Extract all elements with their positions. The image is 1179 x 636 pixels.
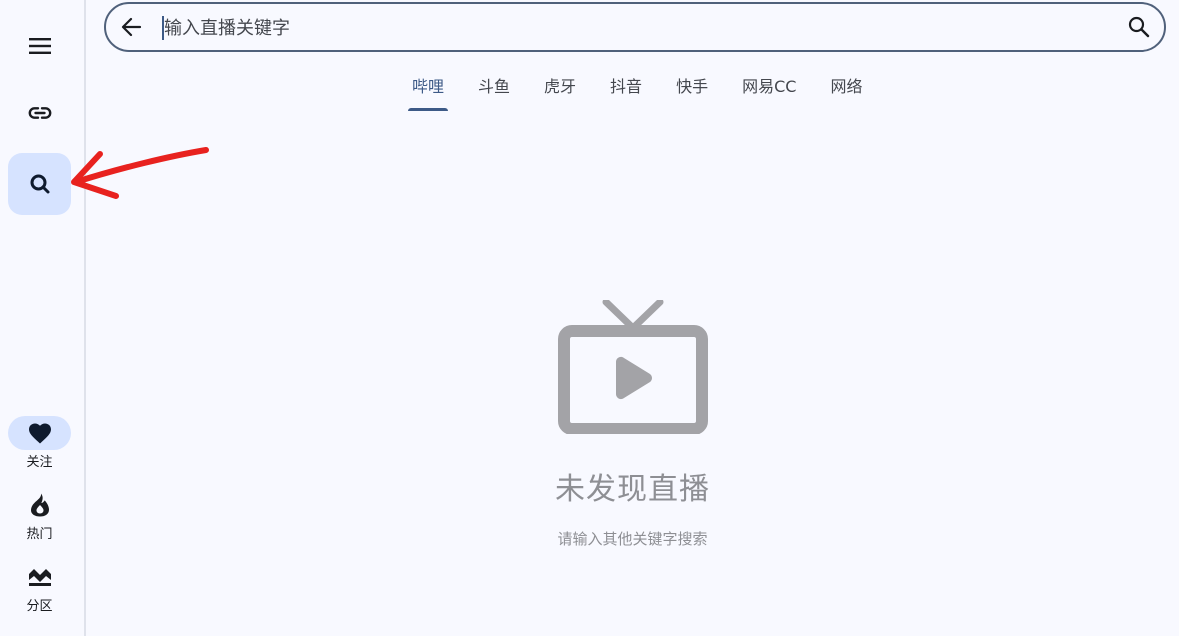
mountain-icon (28, 569, 51, 586)
tab-kuaishou[interactable]: 快手 (659, 62, 725, 108)
tab-label: 哔哩 (412, 77, 445, 96)
tv-play-icon (557, 300, 708, 434)
rail-item-indicator (8, 488, 71, 522)
tab-label: 斗鱼 (478, 77, 511, 96)
tab-bilibili[interactable]: 哔哩 (395, 62, 461, 111)
rail-item-label: 热门 (26, 527, 53, 542)
rail-item-indicator (8, 416, 71, 450)
search-submit-button[interactable] (1128, 16, 1150, 42)
empty-title: 未发现直播 (555, 472, 710, 507)
heart-icon (28, 423, 51, 444)
arrow-back-icon (121, 17, 142, 37)
platform-tabs: 哔哩 斗鱼 虎牙 抖音 快手 网易CC 网络 (395, 62, 879, 114)
tab-netease-cc[interactable]: 网易CC (725, 62, 813, 108)
search-bar (104, 2, 1166, 52)
tab-network[interactable]: 网络 (813, 62, 879, 108)
search-icon (30, 174, 49, 194)
tab-label: 快手 (676, 77, 709, 96)
rail-item-follow[interactable]: 关注 (8, 416, 71, 470)
tab-douyu[interactable]: 斗鱼 (461, 62, 527, 108)
menu-icon (28, 38, 51, 54)
rail-item-area[interactable]: 分区 (8, 560, 71, 614)
tab-label: 抖音 (610, 77, 643, 96)
rail-item-label: 关注 (26, 455, 53, 470)
rail-item-indicator (8, 560, 71, 594)
rail-item-label: 分区 (26, 599, 53, 614)
link-icon (28, 107, 51, 119)
app-window: 关注 热门 分区 输入直播关键字 哔哩 斗鱼 虎牙 抖音 快手 网易CC 网络 … (0, 0, 1179, 636)
navigation-rail: 关注 热门 分区 (0, 0, 86, 636)
search-input[interactable] (162, 12, 1104, 44)
tab-label: 虎牙 (544, 77, 577, 96)
search-icon (1128, 16, 1150, 38)
empty-state: 未发现直播 请输入其他关键字搜索 (86, 300, 1179, 549)
empty-subtitle: 请输入其他关键字搜索 (557, 530, 708, 548)
tab-indicator (408, 108, 449, 111)
tab-label: 网络 (830, 77, 863, 96)
link-button[interactable] (8, 95, 71, 131)
annotation-arrow (71, 147, 209, 199)
tab-douyin[interactable]: 抖音 (593, 62, 659, 108)
flame-icon (30, 493, 49, 517)
back-button[interactable] (120, 16, 142, 42)
tab-huya[interactable]: 虎牙 (527, 62, 593, 108)
menu-button[interactable] (8, 28, 71, 64)
rail-item-hot[interactable]: 热门 (8, 488, 71, 542)
tab-label: 网易CC (742, 77, 797, 96)
